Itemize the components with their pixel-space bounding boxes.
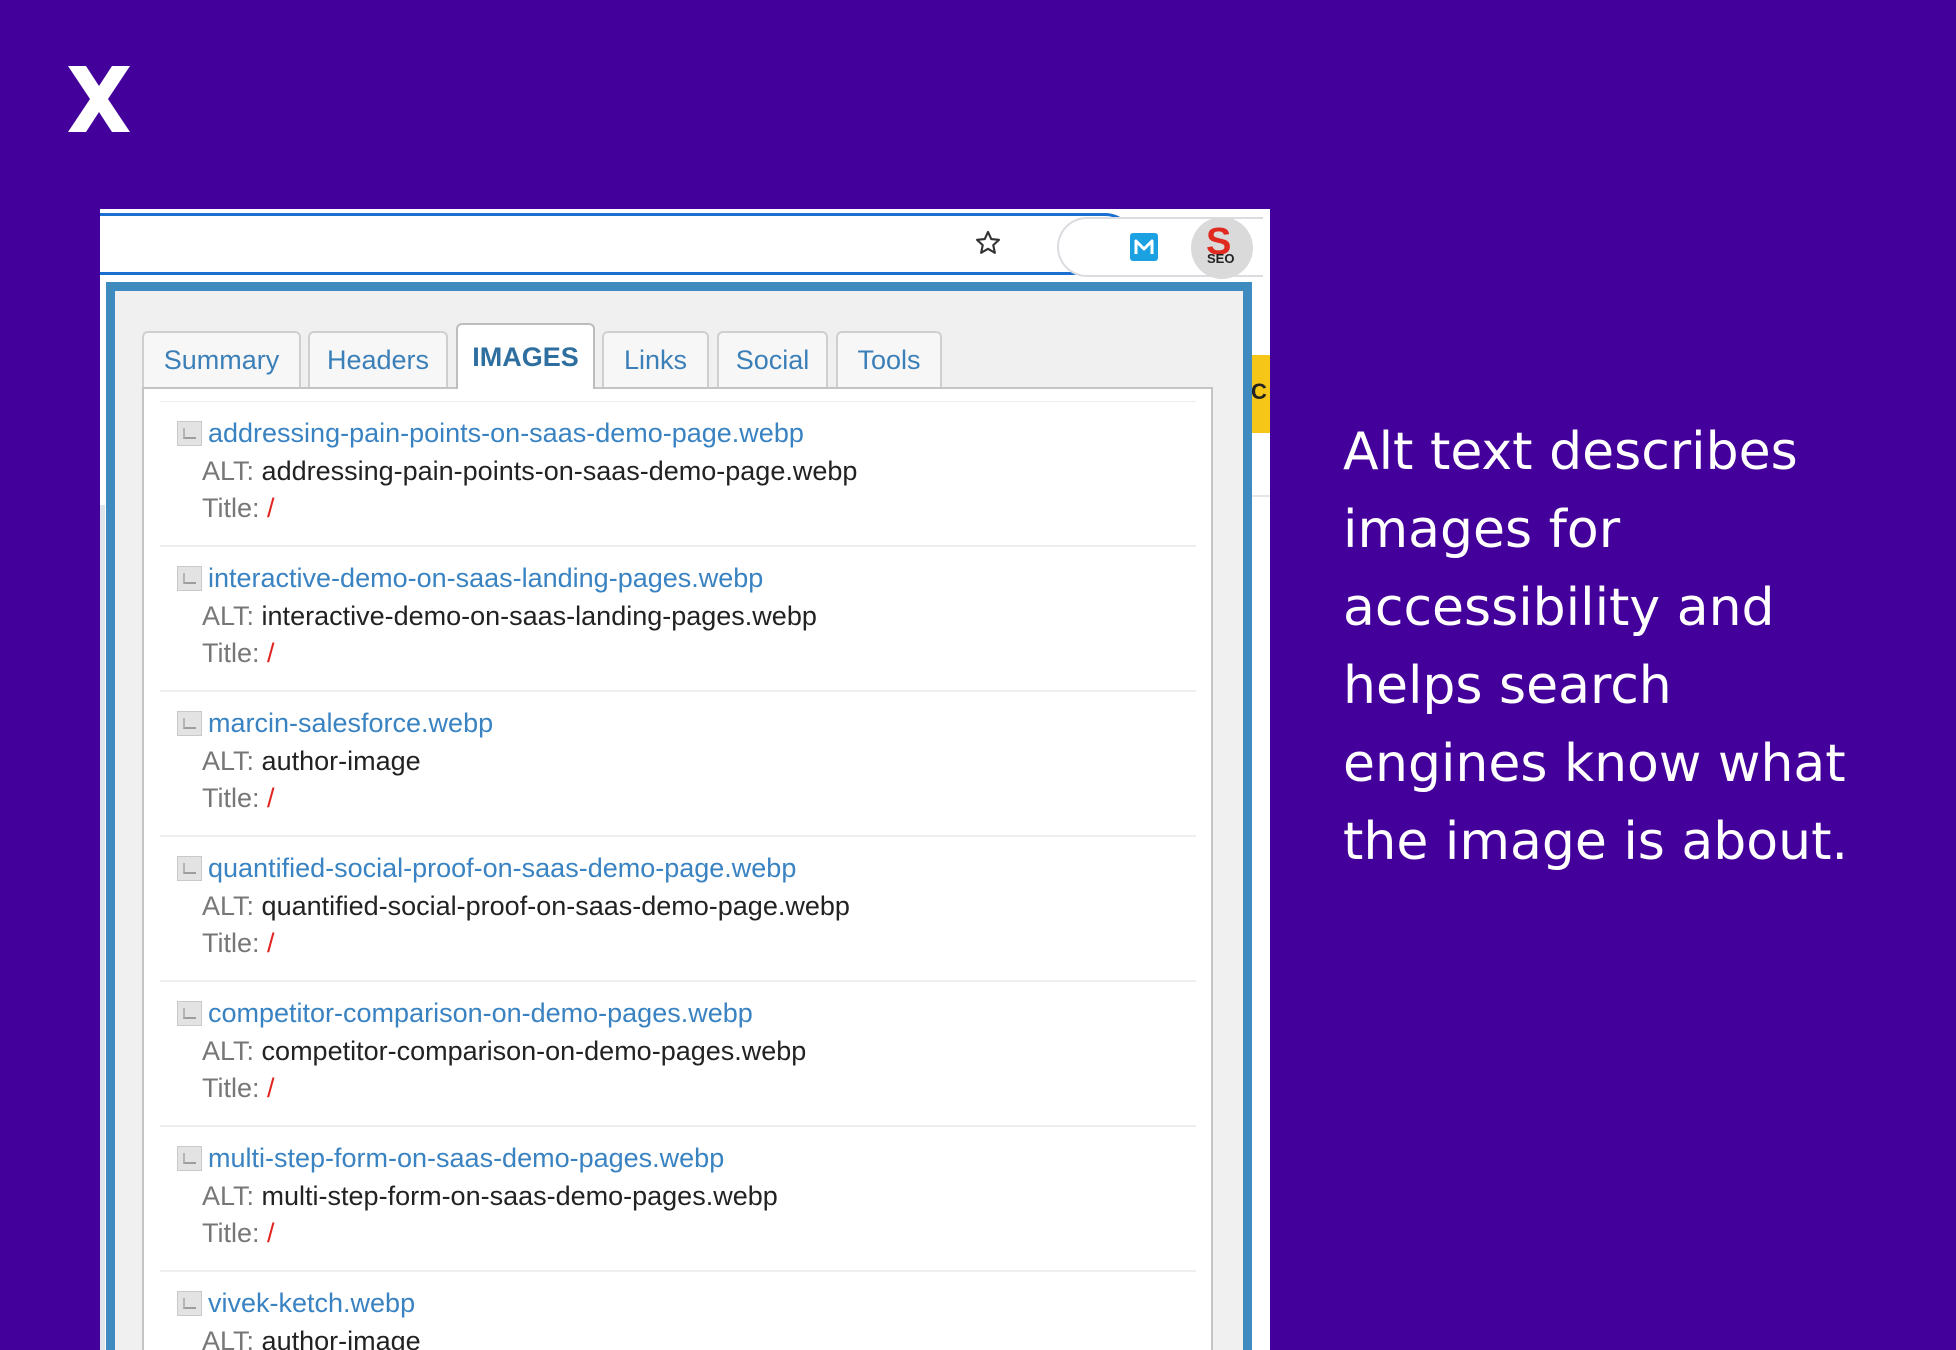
title-value: / [267,783,275,813]
alt-value: quantified-social-proof-on-saas-demo-pag… [261,891,850,921]
image-file-icon [177,856,202,881]
title-label: Title: [202,638,260,668]
list-item: interactive-demo-on-saas-landing-pages.w… [160,547,1196,692]
alt-label: ALT: [202,746,255,776]
tab-links[interactable]: Links [602,331,709,387]
image-file-link[interactable]: quantified-social-proof-on-saas-demo-pag… [208,853,796,884]
image-file-link[interactable]: vivek-ketch.webp [208,1288,415,1319]
image-file-link[interactable]: marcin-salesforce.webp [208,708,493,739]
tab-social[interactable]: Social [717,331,828,387]
image-file-link[interactable]: interactive-demo-on-saas-landing-pages.w… [208,563,763,594]
alt-row: ALT: competitor-comparison-on-demo-pages… [202,1036,806,1067]
title-value: / [267,928,275,958]
caption-line: images for [1343,500,1621,560]
title-row: Title: / [202,783,275,814]
list-item: multi-step-form-on-saas-demo-pages.webp … [160,1127,1196,1272]
alt-label: ALT: [202,601,255,631]
star-outline-icon[interactable] [974,229,1002,257]
list-item: addressing-pain-points-on-saas-demo-page… [160,402,1196,547]
title-value: / [267,638,275,668]
seo-extension-icon[interactable]: S SEO [1191,217,1253,279]
title-value: / [267,1073,275,1103]
title-label: Title: [202,783,260,813]
alt-value: interactive-demo-on-saas-landing-pages.w… [261,601,817,631]
image-file-icon [177,1146,202,1171]
alt-value: competitor-comparison-on-demo-pages.webp [261,1036,807,1066]
background-page-edge [100,505,105,1350]
title-row: Title: / [202,928,275,959]
title-row: Title: / [202,638,275,669]
seo-extension-text: SEO [1207,251,1235,266]
image-file-icon [177,421,202,446]
title-row: Title: / [202,493,275,524]
caption-line: Alt text describes [1343,422,1798,482]
image-file-link[interactable]: addressing-pain-points-on-saas-demo-page… [208,418,804,449]
alt-label: ALT: [202,1326,255,1350]
tab-images[interactable]: IMAGES [456,323,595,389]
alt-label: ALT: [202,1036,255,1066]
browser-window: S SEO C Summary Headers IMAGES Links Soc… [100,209,1270,1350]
alt-value: author-image [261,1326,421,1350]
alt-value: author-image [261,746,421,776]
alt-row: ALT: quantified-social-proof-on-saas-dem… [202,891,850,922]
title-value: / [267,1218,275,1248]
seo-extension-popup: Summary Headers IMAGES Links Social Tool… [106,282,1252,1350]
alt-value: addressing-pain-points-on-saas-demo-page… [261,456,858,486]
tab-tools[interactable]: Tools [836,331,942,387]
alt-label: ALT: [202,456,255,486]
m-extension-icon[interactable] [1129,232,1159,262]
alt-row: ALT: interactive-demo-on-saas-landing-pa… [202,601,817,632]
list-item: vivek-ketch.webp ALT: author-image Title… [160,1272,1196,1350]
title-value: / [267,493,275,523]
list-item: quantified-social-proof-on-saas-demo-pag… [160,837,1196,982]
alt-label: ALT: [202,1181,255,1211]
caption-line: engines know what [1343,734,1846,794]
list-item: competitor-comparison-on-demo-pages.webp… [160,982,1196,1127]
tab-headers[interactable]: Headers [308,331,448,387]
caption-text: Alt text describes images for accessibil… [1343,413,1923,881]
title-label: Title: [202,928,260,958]
alt-row: ALT: addressing-pain-points-on-saas-demo… [202,456,857,487]
alt-value: multi-step-form-on-saas-demo-pages.webp [261,1181,778,1211]
title-label: Title: [202,1073,260,1103]
x-logo-icon [68,66,130,132]
alt-row: ALT: author-image [202,746,421,777]
image-file-icon [177,1001,202,1026]
background-page-banner: C [1249,355,1270,433]
alt-row: ALT: multi-step-form-on-saas-demo-pages.… [202,1181,778,1212]
title-label: Title: [202,1218,260,1248]
image-file-link[interactable]: competitor-comparison-on-demo-pages.webp [208,998,753,1029]
images-list: addressing-pain-points-on-saas-demo-page… [142,387,1213,1350]
caption-line: accessibility and [1343,578,1775,638]
image-file-link[interactable]: multi-step-form-on-saas-demo-pages.webp [208,1143,724,1174]
alt-row: ALT: author-image [202,1326,421,1350]
alt-label: ALT: [202,891,255,921]
caption-line: the image is about. [1343,812,1848,872]
caption-line: helps search [1343,656,1672,716]
image-file-icon [177,711,202,736]
title-label: Title: [202,493,260,523]
background-page-text: C [1251,379,1267,404]
image-file-icon [177,1291,202,1316]
title-row: Title: / [202,1073,275,1104]
image-file-icon [177,566,202,591]
tab-summary[interactable]: Summary [142,331,301,387]
title-row: Title: / [202,1218,275,1249]
list-item: marcin-salesforce.webp ALT: author-image… [160,692,1196,837]
